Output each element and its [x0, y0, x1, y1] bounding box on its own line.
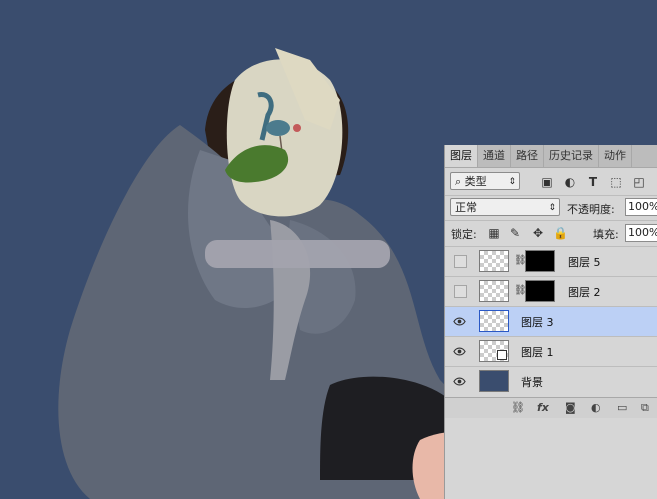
- layer-mask-thumbnail[interactable]: [525, 250, 555, 272]
- layer-row-1[interactable]: 图层 1: [445, 336, 657, 366]
- layer-name: 图层 5: [568, 256, 601, 269]
- eye-icon[interactable]: [453, 315, 466, 328]
- lock-row: 锁定: ▦ ✎ ✥ 🔒 填充: 100%: [445, 220, 657, 245]
- visibility-toggle-off[interactable]: [454, 255, 467, 268]
- mask-icon[interactable]: ◙: [565, 401, 576, 414]
- lock-transparency-icon[interactable]: ▦: [487, 226, 501, 240]
- lock-all-icon[interactable]: 🔒: [553, 226, 568, 240]
- tab-actions[interactable]: 动作: [599, 145, 632, 167]
- blur-bar: [205, 240, 390, 268]
- layer-name: 图层 3: [521, 316, 554, 329]
- layer-name: 图层 1: [521, 346, 554, 359]
- layer-thumbnail: [479, 340, 509, 362]
- blend-mode-select[interactable]: 正常 ⇕: [450, 198, 560, 216]
- smart-object-icon: [497, 350, 507, 360]
- adjustment-filter-icon[interactable]: ◐: [563, 175, 577, 189]
- layer-name: 背景: [521, 376, 543, 389]
- layer-thumbnail: [479, 250, 509, 272]
- tab-layers[interactable]: 图层: [445, 145, 478, 167]
- chevron-updown-icon: ⇕: [548, 203, 556, 213]
- lock-image-icon[interactable]: ✎: [508, 226, 522, 240]
- layer-row-background[interactable]: 背景: [445, 366, 657, 396]
- layers-panel: 图层 通道 路径 历史记录 动作 ⌕ 类型 ⇕ ▣ ◐ T ⬚ ◰ 正常 ⇕ 不…: [444, 145, 657, 499]
- chevron-updown-icon: ⇕: [508, 177, 516, 187]
- red-seal: [293, 124, 301, 132]
- layer-row-5[interactable]: ⛓ 图层 5: [445, 246, 657, 276]
- fx-icon[interactable]: fx: [537, 401, 549, 414]
- layer-row-2[interactable]: ⛓ 图层 2: [445, 276, 657, 306]
- smart-object-filter-icon[interactable]: ◰: [632, 175, 646, 189]
- lock-label: 锁定:: [451, 228, 477, 241]
- opacity-input[interactable]: 100%: [625, 198, 657, 216]
- search-icon: ⌕: [455, 175, 465, 188]
- blend-row: 正常 ⇕ 不透明度: 100%: [445, 195, 657, 220]
- fill-input[interactable]: 100%: [625, 224, 657, 242]
- tab-paths[interactable]: 路径: [511, 145, 544, 167]
- opacity-label: 不透明度:: [567, 203, 615, 216]
- layer-thumbnail: [479, 310, 509, 332]
- tab-history[interactable]: 历史记录: [544, 145, 599, 167]
- lock-position-icon[interactable]: ✥: [531, 226, 545, 240]
- new-layer-icon[interactable]: ⧉: [641, 401, 649, 415]
- eye-icon[interactable]: [453, 375, 466, 388]
- filter-row: ⌕ 类型 ⇕ ▣ ◐ T ⬚ ◰: [445, 168, 657, 194]
- pixel-filter-icon[interactable]: ▣: [540, 175, 554, 189]
- layer-thumbnail: [479, 280, 509, 302]
- panel-tabs: 图层 通道 路径 历史记录 动作: [445, 145, 657, 168]
- adjustment-icon[interactable]: ◐: [591, 401, 601, 414]
- layer-filter-select[interactable]: ⌕ 类型 ⇕: [450, 172, 520, 190]
- layer-filter-label: 类型: [464, 175, 487, 188]
- type-filter-icon[interactable]: T: [586, 175, 600, 189]
- eye-icon[interactable]: [453, 345, 466, 358]
- visibility-toggle-off[interactable]: [454, 285, 467, 298]
- panel-footer: ⛓ fx ◙ ◐ ▭ ⧉: [445, 397, 657, 418]
- blend-mode-value: 正常: [455, 201, 477, 214]
- crane-body: [266, 120, 290, 136]
- fill-label: 填充:: [593, 228, 619, 241]
- layer-name: 图层 2: [568, 286, 601, 299]
- link-icon[interactable]: ⛓: [511, 401, 525, 414]
- tab-channels[interactable]: 通道: [478, 145, 511, 167]
- layer-mask-thumbnail[interactable]: [525, 280, 555, 302]
- layer-thumbnail: [479, 370, 509, 392]
- shape-filter-icon[interactable]: ⬚: [609, 175, 623, 189]
- folder-icon[interactable]: ▭: [617, 401, 627, 414]
- layer-row-3[interactable]: 图层 3: [445, 306, 657, 336]
